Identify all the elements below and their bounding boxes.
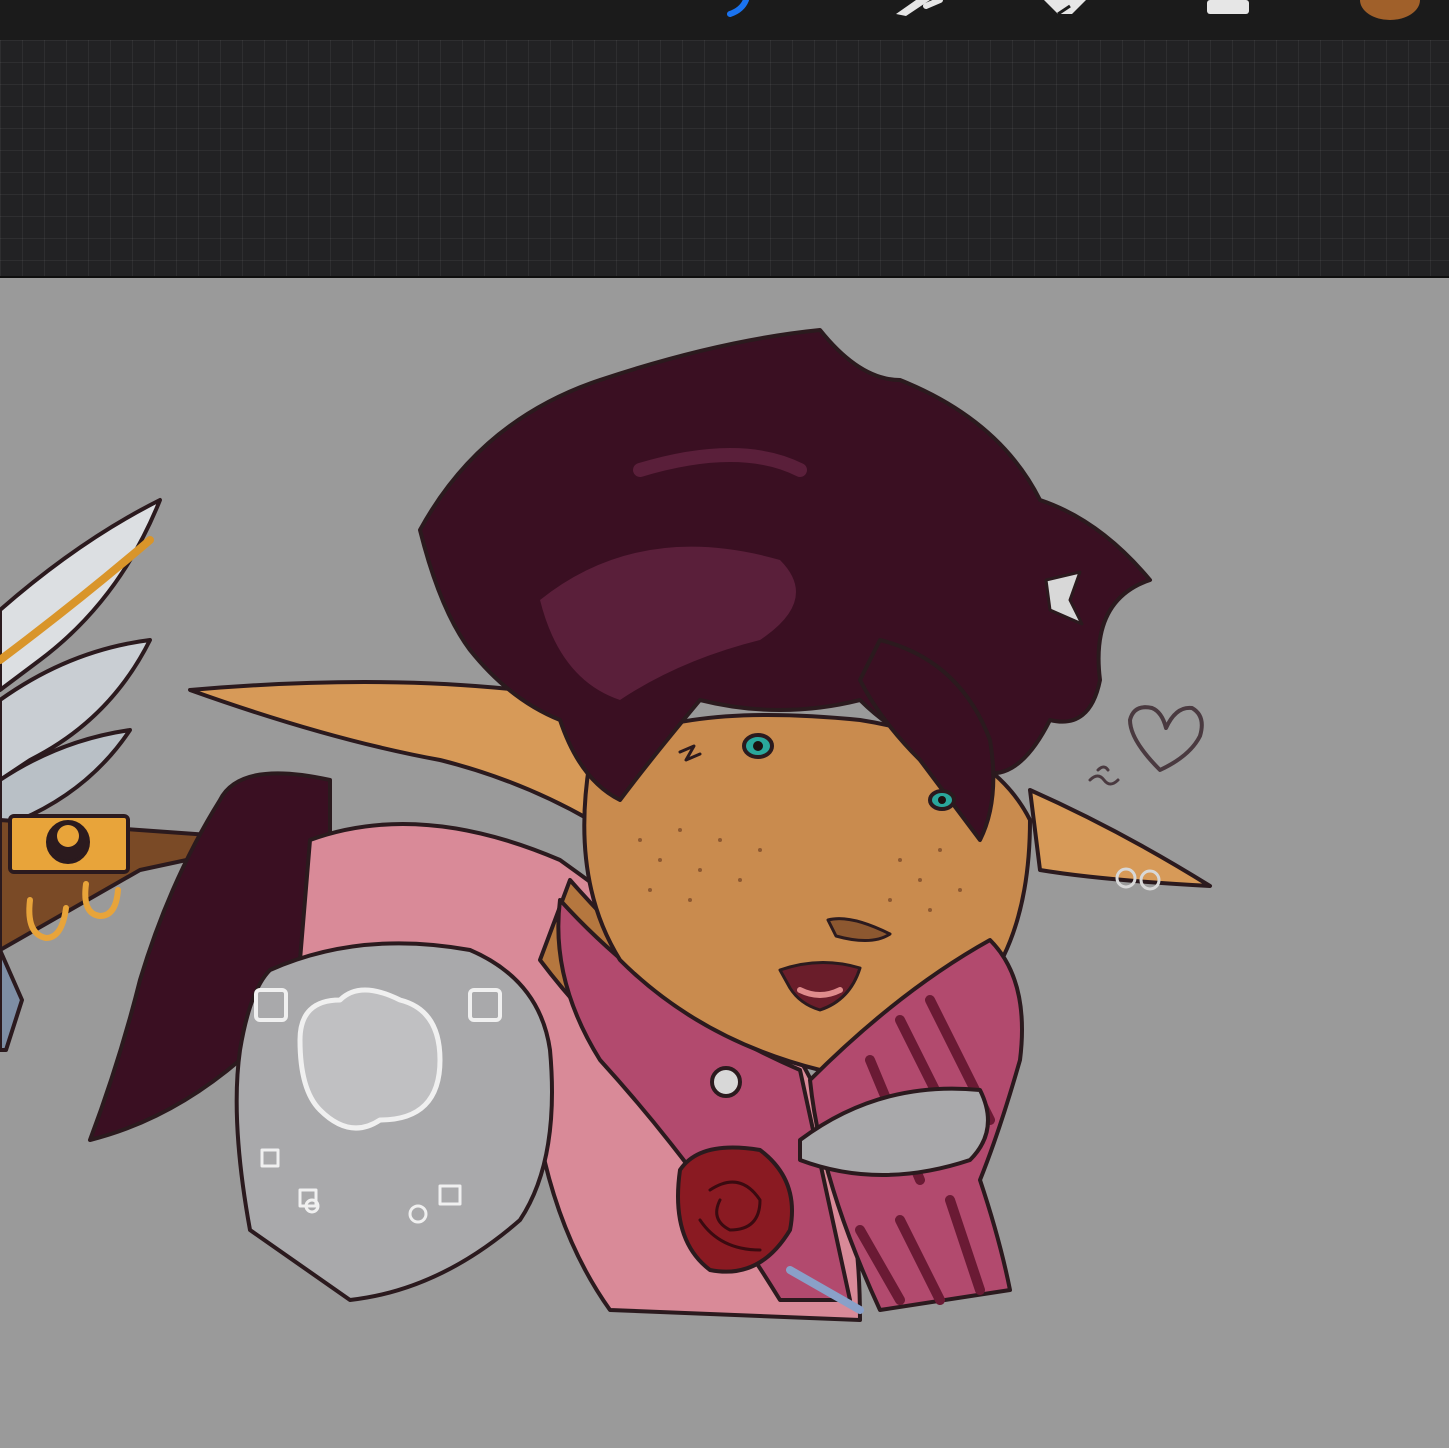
- smudge-icon: [896, 0, 943, 16]
- canvas-workspace-grid: [0, 40, 1449, 278]
- layers-tool-button[interactable]: [1204, 0, 1252, 40]
- layers-icon: [1207, 0, 1249, 14]
- color-swatch-button[interactable]: [1358, 0, 1422, 40]
- heart-doodle: [1128, 705, 1204, 772]
- color-swatch-icon: [1360, 0, 1420, 20]
- drawing-canvas[interactable]: [0, 278, 1449, 1448]
- collar-button: [710, 1066, 742, 1098]
- brush-tool-button[interactable]: [722, 0, 758, 40]
- eraser-icon: [1044, 0, 1086, 16]
- brush-icon: [727, 0, 749, 17]
- eraser-tool-button[interactable]: [1040, 0, 1090, 40]
- artwork: [0, 328, 1212, 1322]
- smudge-tool-button[interactable]: [886, 0, 946, 40]
- top-toolbar: [0, 0, 1449, 40]
